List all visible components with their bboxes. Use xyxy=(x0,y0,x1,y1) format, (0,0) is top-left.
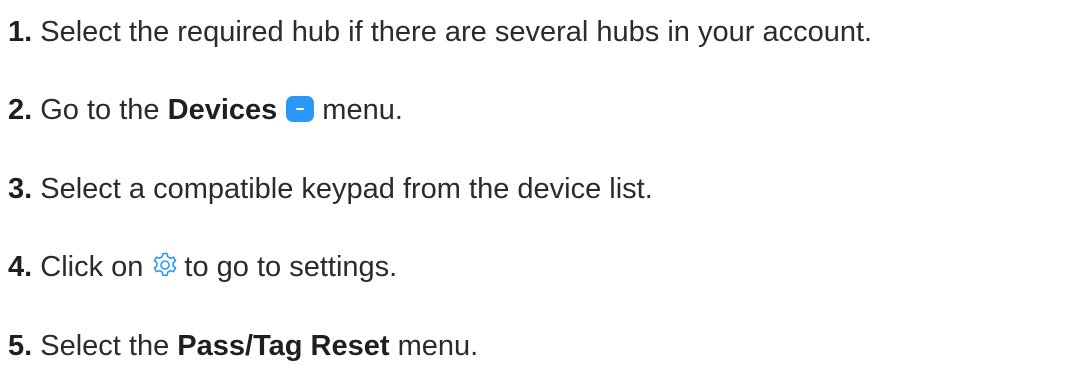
devices-label: Devices xyxy=(167,94,278,126)
step-text: Select the xyxy=(40,330,170,362)
instruction-steps: 1. Select the required hub if there are … xyxy=(0,0,1070,391)
step-1: 1. Select the required hub if there are … xyxy=(8,14,872,50)
step-5: 5. Select the Pass/Tag Reset menu. xyxy=(8,328,478,364)
step-text: to go to settings. xyxy=(184,251,398,283)
step-text: Go to the xyxy=(40,94,160,126)
step-3: 3. Select a compatible keypad from the d… xyxy=(8,171,653,207)
step-number: 1. xyxy=(8,16,33,48)
step-text: Select the required hub if there are sev… xyxy=(40,16,873,48)
step-text: Select a compatible keypad from the devi… xyxy=(40,173,653,205)
step-text: menu. xyxy=(397,330,479,362)
step-4: 4. Click on to go to settings. xyxy=(8,249,397,285)
step-text: Click on xyxy=(40,251,144,283)
step-number: 5. xyxy=(8,330,33,362)
gear-icon xyxy=(151,251,179,279)
step-number: 3. xyxy=(8,173,33,205)
devices-menu-icon xyxy=(286,96,315,122)
step-2: 2. Go to the Devices menu. xyxy=(8,92,403,128)
step-number: 2. xyxy=(8,94,33,126)
step-text: menu. xyxy=(322,94,403,126)
pass-tag-reset-label: Pass/Tag Reset xyxy=(177,330,390,362)
step-number: 4. xyxy=(8,251,33,283)
